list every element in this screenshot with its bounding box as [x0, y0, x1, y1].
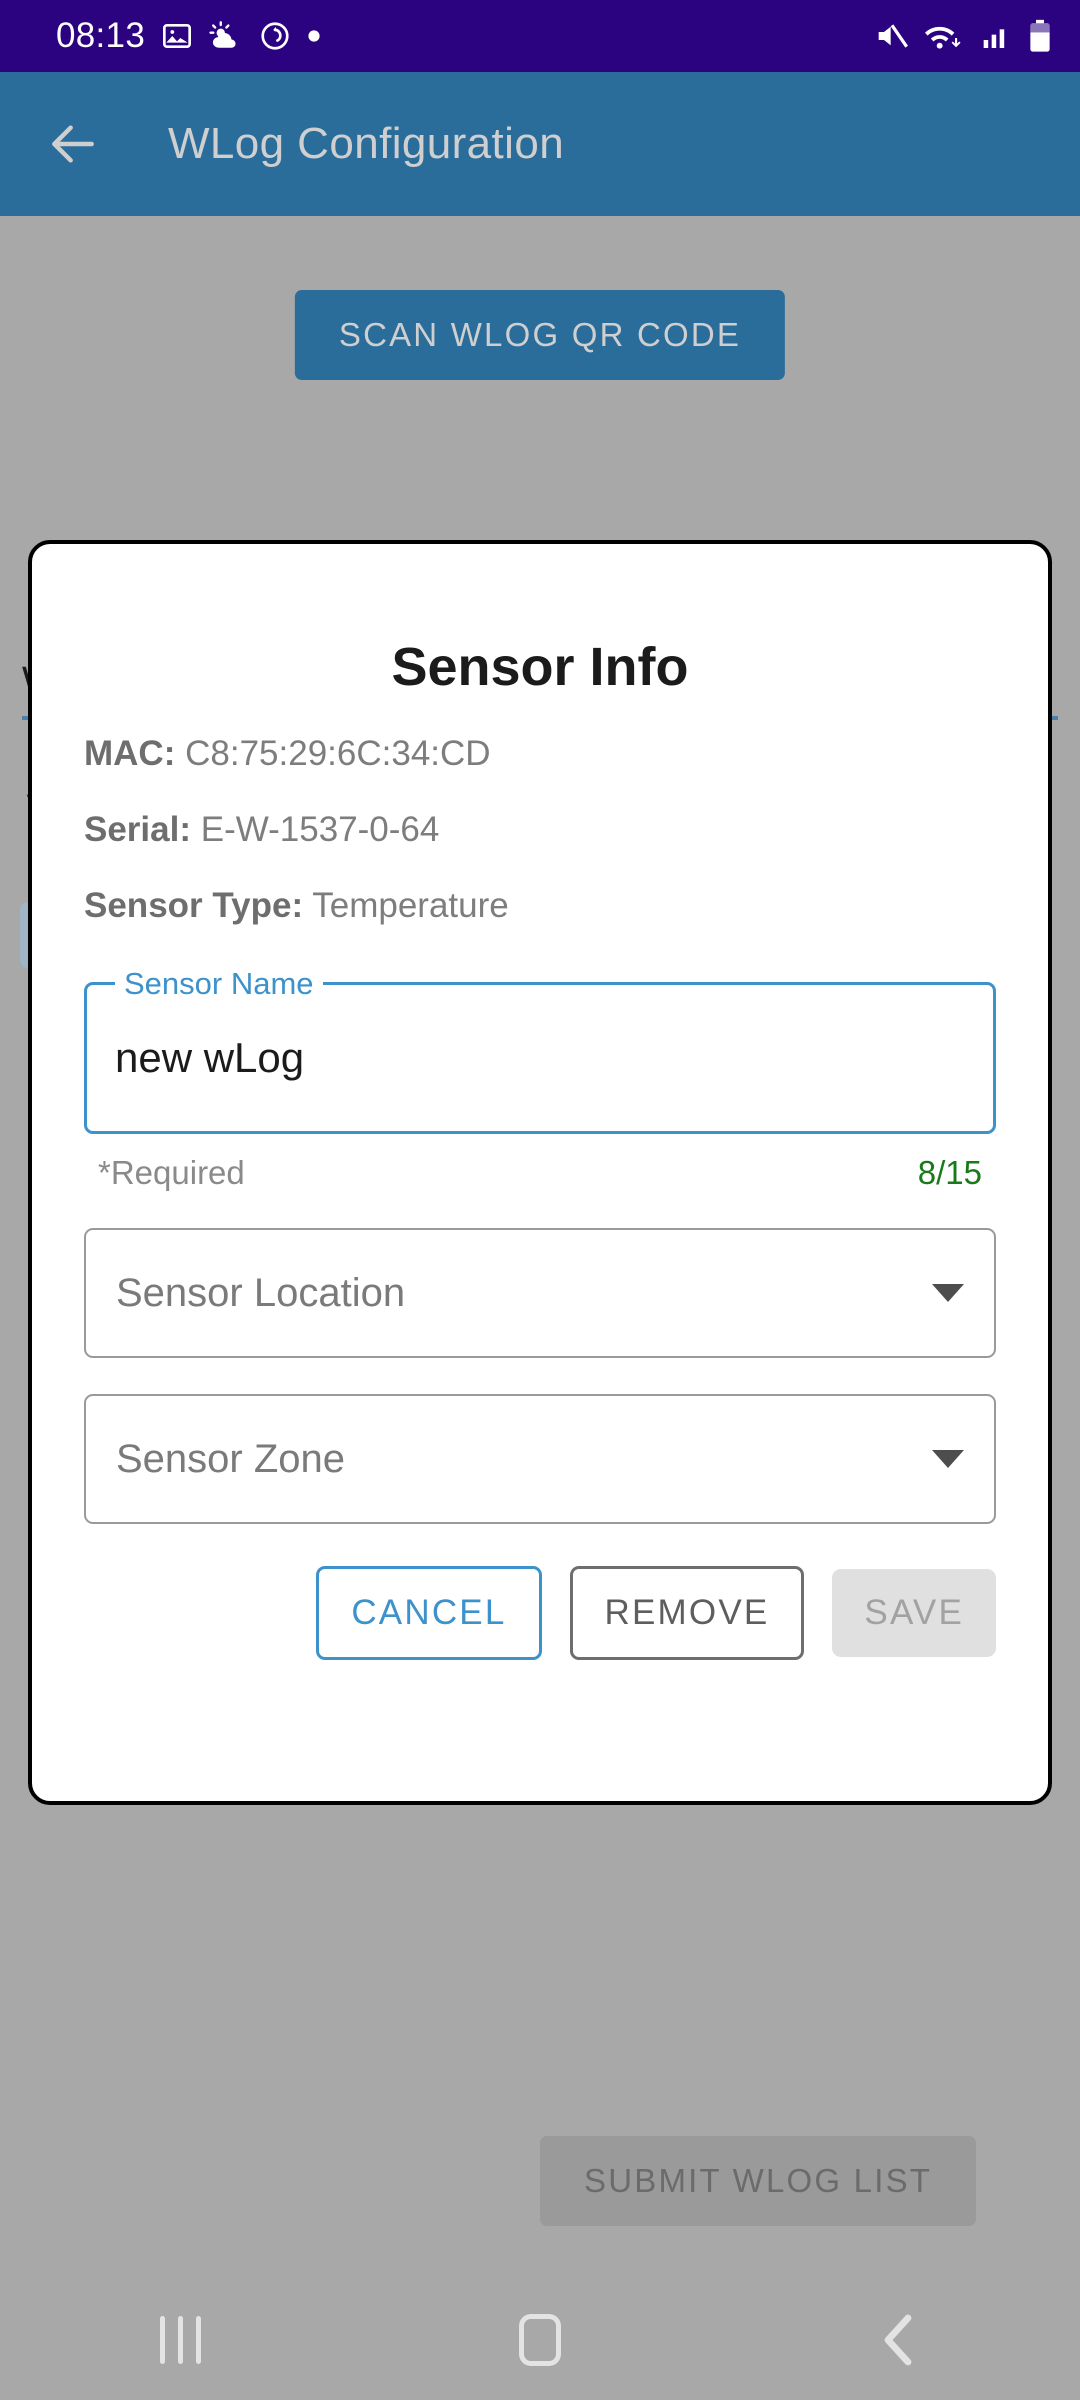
- image-icon: [163, 24, 192, 48]
- mute-icon: [878, 24, 908, 48]
- sensor-type-label: Sensor Type:: [84, 886, 304, 925]
- sensor-name-input[interactable]: [87, 985, 993, 1131]
- required-helper-text: *Required: [98, 1154, 245, 1191]
- chevron-down-icon: [932, 1450, 964, 1468]
- sensor-location-select[interactable]: Sensor Location: [84, 1228, 996, 1358]
- sensor-name-helper-row: *Required 8/15: [84, 1154, 996, 1192]
- chevron-down-icon: [932, 1284, 964, 1302]
- status-clock: 08:13: [56, 16, 146, 55]
- serial-row: Serial: E-W-1537-0-64: [84, 810, 996, 850]
- nav-back-button[interactable]: [830, 2290, 970, 2390]
- sensor-zone-select[interactable]: Sensor Zone: [84, 1394, 996, 1524]
- character-counter: 8/15: [917, 1154, 982, 1191]
- app-bar-back-button[interactable]: [18, 89, 128, 199]
- serial-value: E-W-1537-0-64: [200, 810, 440, 849]
- phone-screen: 08:13 WLog Configuration SCAN WLOG QR CO…: [0, 0, 1080, 2400]
- sensor-type-row: Sensor Type: Temperature: [84, 886, 996, 926]
- nav-recents-button[interactable]: [110, 2290, 250, 2390]
- remove-button[interactable]: REMOVE: [569, 1566, 805, 1660]
- mac-value: C8:75:29:6C:34:CD: [185, 734, 491, 773]
- sensor-location-value: Sensor Location: [116, 1270, 406, 1315]
- android-nav-bar: [0, 2280, 1080, 2400]
- save-button[interactable]: SAVE: [832, 1569, 996, 1657]
- mac-label: MAC:: [84, 734, 176, 773]
- nav-home-button[interactable]: [470, 2290, 610, 2390]
- serial-label: Serial:: [84, 810, 191, 849]
- battery-icon: [1030, 19, 1050, 52]
- dialog-actions: CANCEL REMOVE SAVE: [84, 1566, 996, 1660]
- alarm-reset-icon: [261, 22, 289, 50]
- status-bar-right: [874, 19, 1052, 53]
- cancel-button[interactable]: CANCEL: [316, 1566, 542, 1660]
- wifi-icon: [925, 26, 961, 49]
- dot-icon: [308, 30, 320, 42]
- recents-icon: [159, 2316, 201, 2364]
- sensor-type-value: Temperature: [312, 886, 509, 925]
- sensor-zone-value: Sensor Zone: [116, 1436, 346, 1481]
- home-icon: [519, 2314, 561, 2366]
- app-bar: WLog Configuration: [0, 72, 1080, 216]
- status-bar-left: 08:13: [56, 16, 321, 56]
- mac-row: MAC: C8:75:29:6C:34:CD: [84, 734, 996, 774]
- submit-wlog-list-button[interactable]: SUBMIT WLOG LIST: [540, 2136, 977, 2226]
- page-title: WLog Configuration: [168, 119, 565, 168]
- weather-icon: [209, 21, 236, 48]
- back-chevron-icon: [884, 2314, 912, 2366]
- signal-icon: [983, 29, 1005, 48]
- status-bar: 08:13: [0, 0, 1080, 72]
- back-arrow-icon: [52, 125, 94, 163]
- dialog-title: Sensor Info: [391, 637, 689, 697]
- scan-wlog-qr-code-button[interactable]: SCAN WLOG QR CODE: [294, 290, 786, 380]
- sensor-info-dialog: Sensor Info MAC: C8:75:29:6C:34:CD Seria…: [28, 540, 1052, 1805]
- sensor-name-field[interactable]: Sensor Name: [84, 966, 996, 1134]
